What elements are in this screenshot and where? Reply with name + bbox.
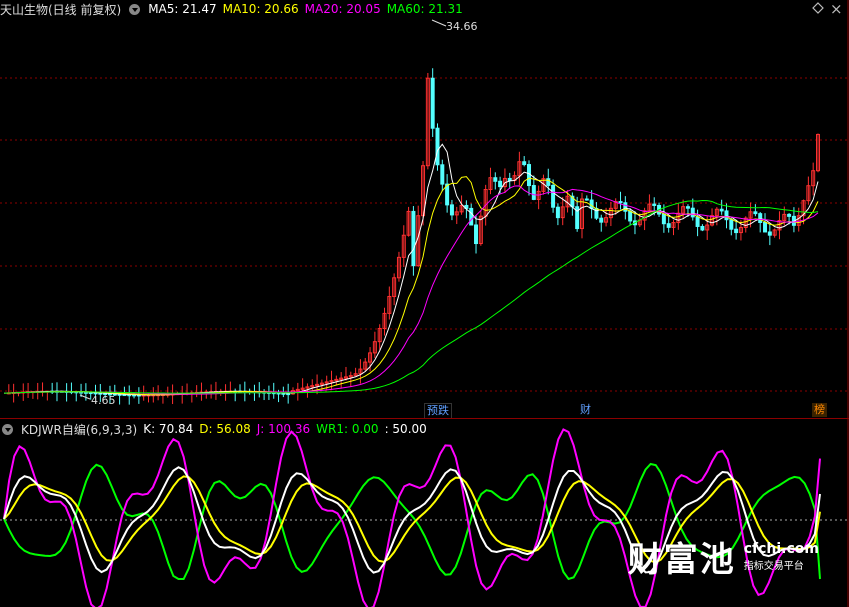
candle-body — [734, 228, 739, 234]
ma10-label: MA10: 20.66 — [222, 2, 299, 16]
candle-body — [628, 210, 633, 222]
wr1-value: WR1: 0.00 — [316, 422, 379, 436]
ma5-label: MA5: 21.47 — [148, 2, 217, 16]
candle-body — [474, 224, 479, 245]
candle-body — [724, 210, 729, 221]
indicator-header: KDJWR自编(6,9,3,3) K: 70.84 D: 56.08 J: 10… — [0, 420, 427, 438]
candle-body — [787, 213, 792, 217]
candle-body — [685, 206, 690, 209]
candle-body — [599, 217, 604, 223]
high-pointer — [431, 19, 447, 27]
candle-body — [767, 231, 772, 236]
level-value: : 50.00 — [384, 422, 427, 436]
candle-body — [531, 185, 536, 200]
event-marker-cai[interactable]: 财 — [578, 403, 593, 417]
candle-body — [729, 219, 734, 230]
indicator-title: KDJWR自编(6,9,3,3) — [21, 422, 138, 437]
j-value: J: 100.36 — [256, 422, 311, 436]
price-header: 天山生物(日线 前复权) MA5: 21.47 MA10: 20.66 MA20… — [0, 0, 463, 18]
candle-body — [584, 198, 589, 201]
watermark-logo: 财富池 — [627, 540, 736, 580]
candle-body — [618, 201, 623, 204]
event-marker-yudie[interactable]: 预跌 — [424, 403, 452, 419]
candlesticks — [6, 68, 820, 405]
candle-body — [498, 180, 503, 188]
candle-body — [763, 222, 768, 233]
dropdown-icon[interactable] — [129, 3, 141, 15]
stock-title: 天山生物(日线 前复权) — [0, 2, 122, 17]
candle-body — [469, 207, 474, 226]
candle-body — [555, 206, 560, 219]
candle-body — [522, 161, 527, 166]
close-icon[interactable]: × — [830, 0, 843, 18]
settings-icon[interactable] — [812, 2, 824, 17]
ma60-line — [3, 200, 819, 394]
candle-body — [411, 210, 416, 267]
candle-body — [690, 207, 695, 218]
event-marker-bang[interactable]: 榜 — [812, 403, 827, 417]
candle-body — [719, 208, 724, 212]
candle-body — [700, 225, 705, 231]
candle-body — [493, 177, 498, 182]
candle-body — [652, 203, 657, 206]
high-price-label: 34.66 — [446, 20, 478, 33]
indicator-panel[interactable]: KDJWR自编(6,9,3,3) K: 70.84 D: 56.08 J: 10… — [0, 419, 849, 607]
d-value: D: 56.08 — [199, 422, 251, 436]
price-chart-panel[interactable]: 天山生物(日线 前复权) MA5: 21.47 MA10: 20.66 MA20… — [0, 0, 849, 419]
watermark: 财富池 cfchi.com 指标交易平台 — [628, 532, 819, 581]
candle-body — [695, 216, 700, 227]
candle-body — [758, 213, 763, 224]
candle-body — [449, 204, 454, 216]
ma60-label: MA60: 21.31 — [386, 2, 463, 16]
ma10-line — [3, 176, 819, 396]
watermark-subtitle: 指标交易平台 — [743, 561, 804, 572]
candle-body — [666, 223, 671, 228]
candle-body — [623, 202, 628, 212]
k-value: K: 70.84 — [143, 422, 194, 436]
candlestick-chart[interactable] — [0, 0, 849, 419]
candle-body — [589, 199, 594, 209]
candle-body — [435, 127, 440, 166]
candle-body — [753, 211, 758, 215]
ma5-line — [3, 143, 819, 396]
ma20-label: MA20: 20.05 — [304, 2, 381, 16]
candle-body — [440, 164, 445, 185]
candle-body — [551, 184, 556, 208]
candle-body — [661, 213, 666, 225]
watermark-site: cfchi.com — [743, 541, 819, 557]
low-price-label: 4.65 — [91, 394, 116, 407]
candle-body — [430, 77, 435, 129]
candle-body — [507, 177, 512, 182]
dropdown-icon[interactable] — [2, 423, 13, 435]
